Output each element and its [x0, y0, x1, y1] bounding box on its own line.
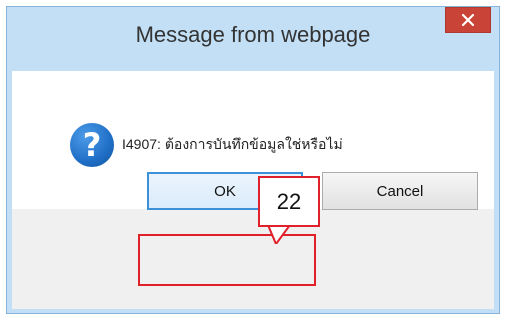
message-row: ? I4907: ต้องการบันทึกข้อมูลใช่หรือไม่ — [70, 123, 343, 167]
step-callout: 22 — [258, 176, 320, 227]
callout-pointer — [268, 224, 290, 244]
dialog-title: Message from webpage — [135, 22, 371, 47]
close-icon — [461, 13, 475, 27]
message-text: I4907: ต้องการบันทึกข้อมูลใช่หรือไม่ — [122, 136, 343, 152]
cancel-button[interactable]: Cancel — [322, 172, 478, 210]
question-icon: ? — [70, 123, 114, 167]
close-button[interactable] — [445, 7, 491, 33]
